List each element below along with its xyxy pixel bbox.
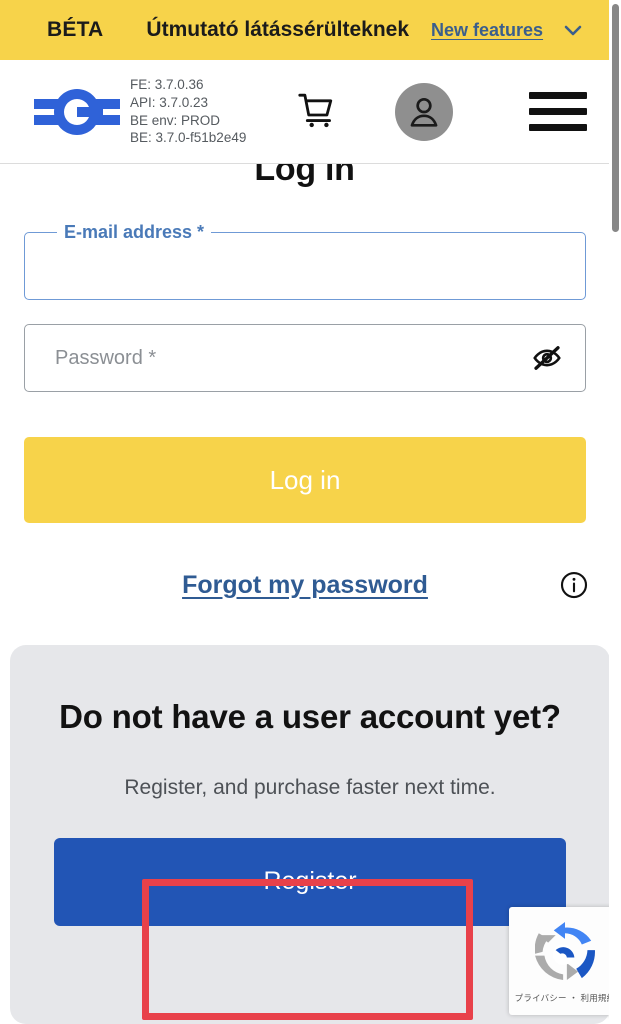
recaptcha-privacy-terms[interactable]: プライバシー ・ 利用規約: [515, 992, 616, 1004]
version-fe: FE: 3.7.0.36: [130, 76, 204, 92]
hamburger-menu-icon[interactable]: [529, 92, 587, 131]
new-features-link[interactable]: New features: [431, 20, 543, 41]
version-be: BE: 3.7.0-f51b2e49: [130, 130, 247, 146]
recaptcha-badge[interactable]: プライバシー ・ 利用規約: [509, 907, 621, 1015]
scrollbar-thumb[interactable]: [612, 4, 619, 232]
accessibility-guide-label: Útmutató látássérülteknek: [146, 18, 410, 41]
login-form: E-mail address * Log in Forgot my pas: [24, 222, 589, 605]
register-panel-heading: Do not have a user account yet?: [59, 698, 561, 735]
login-page: Log in E-mail address * Log in: [0, 0, 621, 1024]
beta-banner: BÉTA Útmutató látássérülteknek New featu…: [0, 0, 609, 60]
version-api: API: 3.7.0.23: [130, 94, 209, 110]
brand-logo-icon[interactable]: [28, 85, 126, 139]
hamburger-line: [529, 108, 587, 115]
forgot-password-link[interactable]: Forgot my password: [182, 571, 428, 600]
register-button[interactable]: Register: [54, 837, 566, 926]
password-field-container[interactable]: [24, 324, 586, 392]
chevron-down-icon[interactable]: [561, 18, 585, 42]
email-field-container[interactable]: E-mail address *: [24, 222, 586, 300]
vertical-scrollbar[interactable]: [609, 0, 621, 1024]
hamburger-line: [529, 92, 587, 99]
register-panel-subtext: Register, and purchase faster next time.: [124, 775, 496, 799]
info-circle-icon[interactable]: [559, 570, 589, 600]
header-actions: [287, 82, 609, 141]
password-input[interactable]: [25, 325, 585, 391]
beta-tag: BÉTA: [47, 18, 104, 41]
eye-off-icon[interactable]: [529, 340, 565, 376]
shopping-cart-icon[interactable]: [287, 91, 349, 133]
login-button[interactable]: Log in: [24, 437, 586, 523]
version-info: FE: 3.7.0.36 API: 3.7.0.23 BE env: PROD …: [130, 76, 246, 147]
version-be-env: BE env: PROD: [130, 112, 221, 128]
forgot-password-row: Forgot my password: [24, 565, 589, 605]
site-header: FE: 3.7.0.36 API: 3.7.0.23 BE env: PROD …: [0, 60, 609, 164]
recaptcha-icon: [534, 922, 595, 985]
email-field-label: E-mail address *: [57, 222, 212, 243]
user-avatar-icon[interactable]: [395, 82, 453, 141]
hamburger-line: [529, 124, 587, 131]
